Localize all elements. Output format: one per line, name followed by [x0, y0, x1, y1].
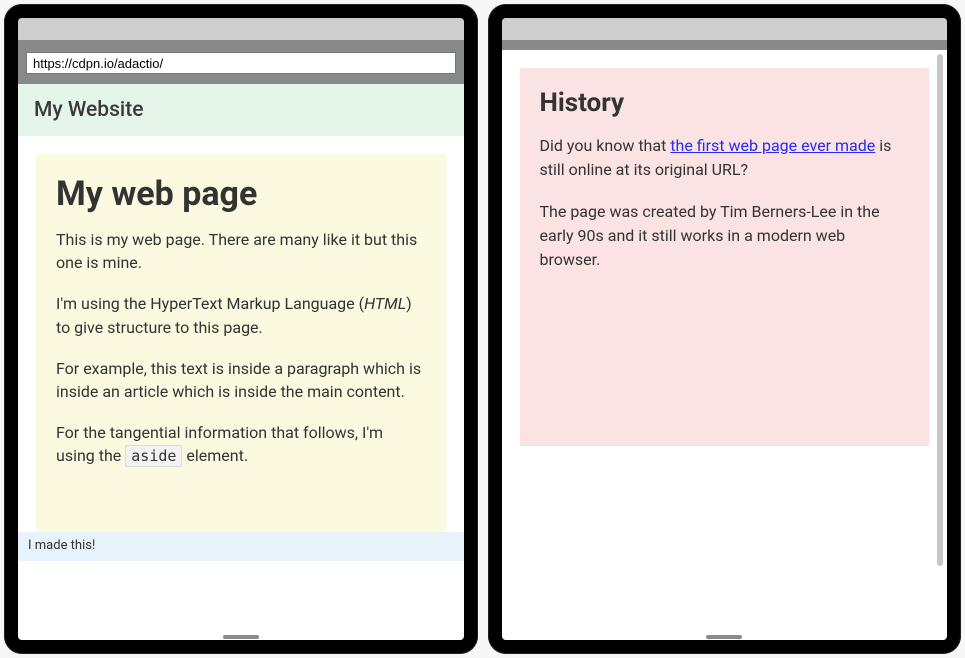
address-bar[interactable] [26, 52, 456, 74]
article-p2-a: I'm using the HyperText Markup Language … [56, 294, 364, 313]
aside-card: History Did you know that the first web … [520, 68, 930, 446]
status-bar [502, 18, 948, 40]
site-title: My Website [34, 98, 448, 122]
article-p4-b: element. [182, 446, 248, 465]
dual-device-stage: My Website My web page This is my web pa… [0, 0, 965, 658]
viewport-scroll-left[interactable]: My Website My web page This is my web pa… [18, 84, 464, 640]
article-p3: For example, this text is inside a parag… [56, 357, 426, 403]
article-p4-code: aside [125, 445, 182, 467]
viewport-right[interactable]: History Did you know that the first web … [502, 50, 948, 640]
device-screen-left: My Website My web page This is my web pa… [18, 18, 464, 640]
first-web-page-link[interactable]: the first web page ever made [670, 136, 875, 155]
aside-p1: Did you know that the first web page eve… [540, 134, 910, 182]
article-p2: I'm using the HyperText Markup Language … [56, 292, 426, 338]
footer-text: I made this! [28, 538, 95, 553]
article-heading: My web page [56, 174, 426, 214]
article-card: My web page This is my web page. There a… [36, 154, 446, 532]
page-header: My Website [18, 84, 464, 136]
scrollbar-thumb[interactable] [937, 54, 943, 566]
viewport-left[interactable]: My Website My web page This is my web pa… [18, 84, 464, 640]
article-p4: For the tangential information that foll… [56, 421, 426, 468]
aside-heading: History [540, 88, 910, 118]
viewport-scroll-right[interactable]: History Did you know that the first web … [502, 50, 948, 640]
aside-p2: The page was created by Tim Berners-Lee … [540, 200, 910, 272]
browser-chrome-collapsed [502, 40, 948, 50]
article-p1: This is my web page. There are many like… [56, 228, 426, 274]
device-screen-right: History Did you know that the first web … [502, 18, 948, 640]
aside-p1-a: Did you know that [540, 136, 671, 155]
home-indicator-icon[interactable] [223, 635, 259, 639]
article-p2-em: HTML [364, 294, 406, 313]
device-frame-right: History Did you know that the first web … [488, 4, 962, 654]
aside-container: History Did you know that the first web … [502, 50, 948, 464]
home-indicator-icon[interactable] [706, 635, 742, 639]
status-bar [18, 18, 464, 40]
scrollbar[interactable] [937, 54, 945, 636]
main-content: My web page This is my web page. There a… [18, 136, 464, 532]
device-frame-left: My Website My web page This is my web pa… [4, 4, 478, 654]
browser-chrome [18, 40, 464, 84]
page-footer: I made this! [18, 532, 464, 561]
